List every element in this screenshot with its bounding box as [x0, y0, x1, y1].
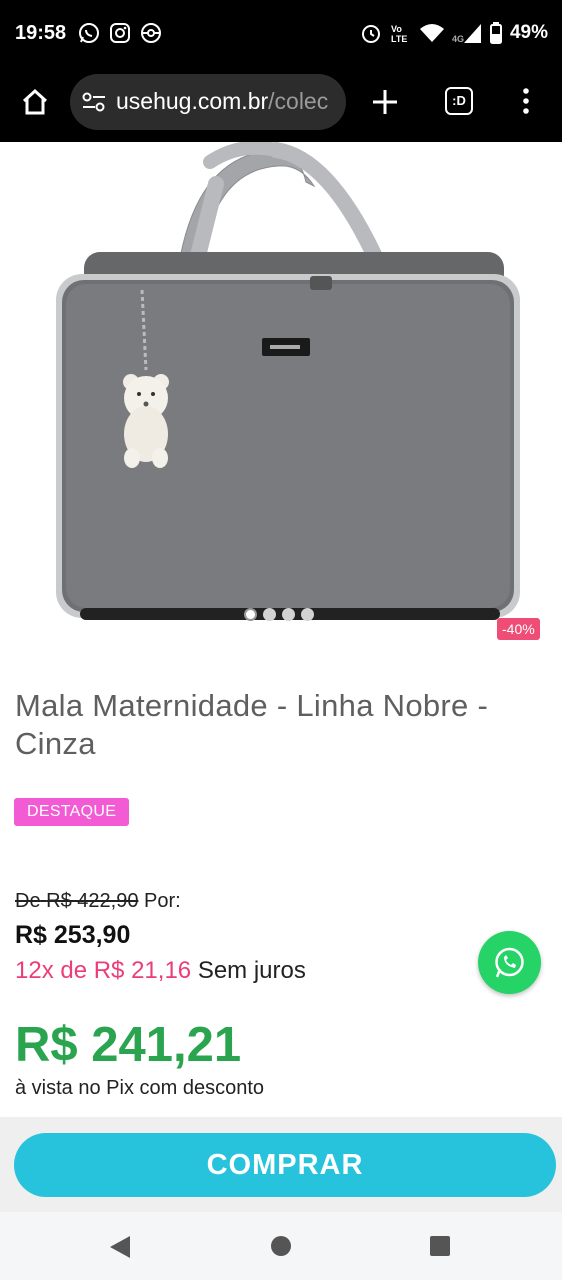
carousel-dot[interactable]	[282, 608, 295, 621]
discount-badge: -40%	[497, 618, 540, 640]
url-text: usehug.com.br/colec	[116, 88, 338, 115]
svg-text:4G: 4G	[452, 34, 464, 44]
instagram-icon	[109, 22, 131, 44]
pix-note: à vista no Pix com desconto	[15, 1077, 265, 1099]
signal-icon: 4G	[452, 22, 482, 44]
battery-level: 49%	[509, 22, 548, 43]
old-price: De R$ 422,90	[15, 890, 138, 912]
installments-line: 12x de R$ 21,16 Sem juros	[15, 957, 306, 985]
product-title: Mala Maternidade - Linha Nobre - Cinza	[15, 688, 489, 761]
whatsapp-button[interactable]	[478, 931, 541, 994]
highlight-badge: DESTAQUE	[14, 798, 130, 826]
new-tab-icon[interactable]	[371, 88, 399, 121]
battery-icon	[489, 22, 502, 44]
address-bar[interactable]: usehug.com.br/colec	[70, 74, 346, 130]
svg-text:Vo: Vo	[391, 24, 402, 34]
volte-icon: Vo LTE	[390, 22, 412, 44]
system-navigation-bar	[0, 1212, 562, 1280]
carousel-indicator[interactable]	[244, 608, 314, 621]
whatsapp-icon	[78, 22, 100, 44]
old-price-value: R$ 422,90	[46, 890, 139, 912]
url-domain: usehug.com.br	[116, 88, 269, 114]
wifi-icon	[419, 23, 444, 43]
old-price-line: De R$ 422,90 Por:	[15, 890, 181, 913]
back-icon[interactable]	[108, 1235, 132, 1264]
buy-bar: COMPRAR	[0, 1117, 562, 1212]
carousel-dot[interactable]	[263, 608, 276, 621]
carousel-dot[interactable]	[244, 608, 257, 621]
url-path: /colec	[268, 88, 329, 114]
more-menu-icon[interactable]	[521, 87, 531, 120]
installments-value: 12x de R$ 21,16	[15, 957, 192, 984]
carousel-dot[interactable]	[301, 608, 314, 621]
status-bar: 19:58 Vo LTE 4G 49%	[0, 0, 562, 70]
home-icon[interactable]	[20, 87, 50, 122]
alarm-icon	[360, 22, 382, 44]
tab-switcher-icon[interactable]: :D	[445, 87, 473, 115]
buy-button[interactable]: COMPRAR	[14, 1133, 556, 1197]
status-time: 19:58	[15, 22, 67, 44]
installments-suffix: Sem juros	[197, 957, 306, 984]
site-settings-icon[interactable]	[82, 92, 106, 117]
pix-price: R$ 241,21	[15, 1018, 242, 1072]
current-price: R$ 253,90	[15, 921, 131, 949]
home-button-icon[interactable]	[271, 1236, 291, 1256]
whatsapp-icon	[495, 947, 524, 978]
product-photo	[56, 140, 520, 620]
product-image-carousel[interactable]: -40%	[0, 140, 562, 652]
recent-apps-icon[interactable]	[430, 1236, 450, 1256]
old-price-suffix: Por:	[144, 890, 181, 912]
svg-text:LTE: LTE	[391, 34, 407, 44]
pokeball-icon	[140, 22, 162, 44]
old-price-prefix: De	[15, 890, 41, 912]
browser-toolbar: usehug.com.br/colec :D	[0, 70, 562, 142]
